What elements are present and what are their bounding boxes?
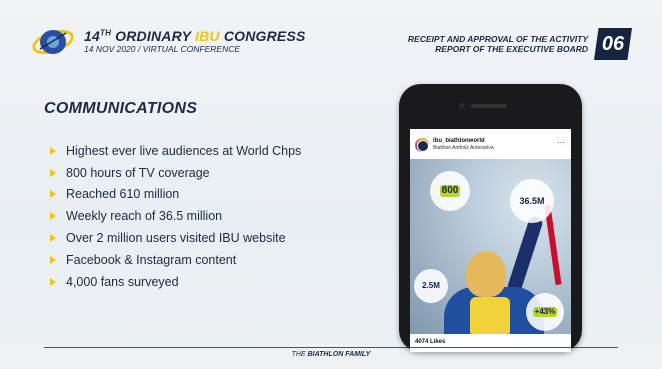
bullet-item: 4,000 fans surveyed	[50, 271, 301, 293]
more-options-icon[interactable]: ···	[557, 138, 565, 147]
phone-speaker	[471, 104, 507, 108]
footer-divider	[44, 347, 618, 348]
section-title: COMMUNICATIONS	[44, 100, 198, 117]
athlete-arm	[505, 214, 545, 296]
bullet-arrow-icon	[50, 190, 56, 199]
bullet-item: Highest ever live audiences at World Chp…	[50, 140, 301, 162]
stat-circle-growth: +43%	[526, 293, 564, 331]
bullet-arrow-icon	[50, 168, 56, 177]
instagram-location[interactable]: Biathlon Antholz Anterselva	[433, 145, 494, 151]
presentation-slide: 14TH ORDINARY IBU CONGRESS 14 NOV 2020 /…	[0, 0, 662, 369]
bullet-item: 800 hours of TV coverage	[50, 162, 301, 184]
instagram-post-image: 800 36.5M 2.5M +43%	[410, 159, 571, 334]
bullet-list: Highest ever live audiences at World Chp…	[50, 140, 301, 293]
bullet-arrow-icon	[50, 212, 56, 221]
phone-mockup: ibu_biathlonworld Biathlon Antholz Anter…	[399, 84, 582, 352]
stat-circle-users: 2.5M	[414, 269, 448, 303]
slide-number-badge: 06	[594, 28, 632, 60]
bullet-item: Reached 610 million	[50, 184, 301, 206]
athlete-head	[466, 251, 506, 297]
bullet-item: Facebook & Instagram content	[50, 249, 301, 271]
athlete-bib	[470, 297, 510, 334]
stat-circle-hours: 800	[430, 171, 470, 211]
avatar[interactable]	[417, 140, 429, 152]
bullet-item: Weekly reach of 36.5 million	[50, 205, 301, 227]
instagram-likes[interactable]: 4074 Likes	[415, 339, 445, 345]
instagram-post-header: ibu_biathlonworld Biathlon Antholz Anter…	[410, 129, 571, 159]
instagram-username[interactable]: ibu_biathlonworld	[433, 138, 485, 144]
ibu-logo-icon	[32, 29, 74, 55]
instagram-post: ibu_biathlonworld Biathlon Antholz Anter…	[410, 129, 571, 352]
stat-circle-reach: 36.5M	[510, 179, 554, 223]
footer-text: THE BIATHLON FAMILY	[291, 351, 371, 358]
bullet-item: Over 2 million users visited IBU website	[50, 227, 301, 249]
bullet-arrow-icon	[50, 255, 56, 264]
congress-title: 14TH ORDINARY IBU CONGRESS	[84, 28, 306, 44]
bullet-arrow-icon	[50, 146, 56, 155]
phone-camera-icon	[459, 103, 464, 108]
bullet-arrow-icon	[50, 277, 56, 286]
congress-subtitle: 14 NOV 2020 / VIRTUAL CONFERENCE	[84, 44, 241, 54]
report-title: RECEIPT AND APPROVAL OF THE ACTIVITY REP…	[407, 34, 588, 54]
bullet-arrow-icon	[50, 234, 56, 243]
